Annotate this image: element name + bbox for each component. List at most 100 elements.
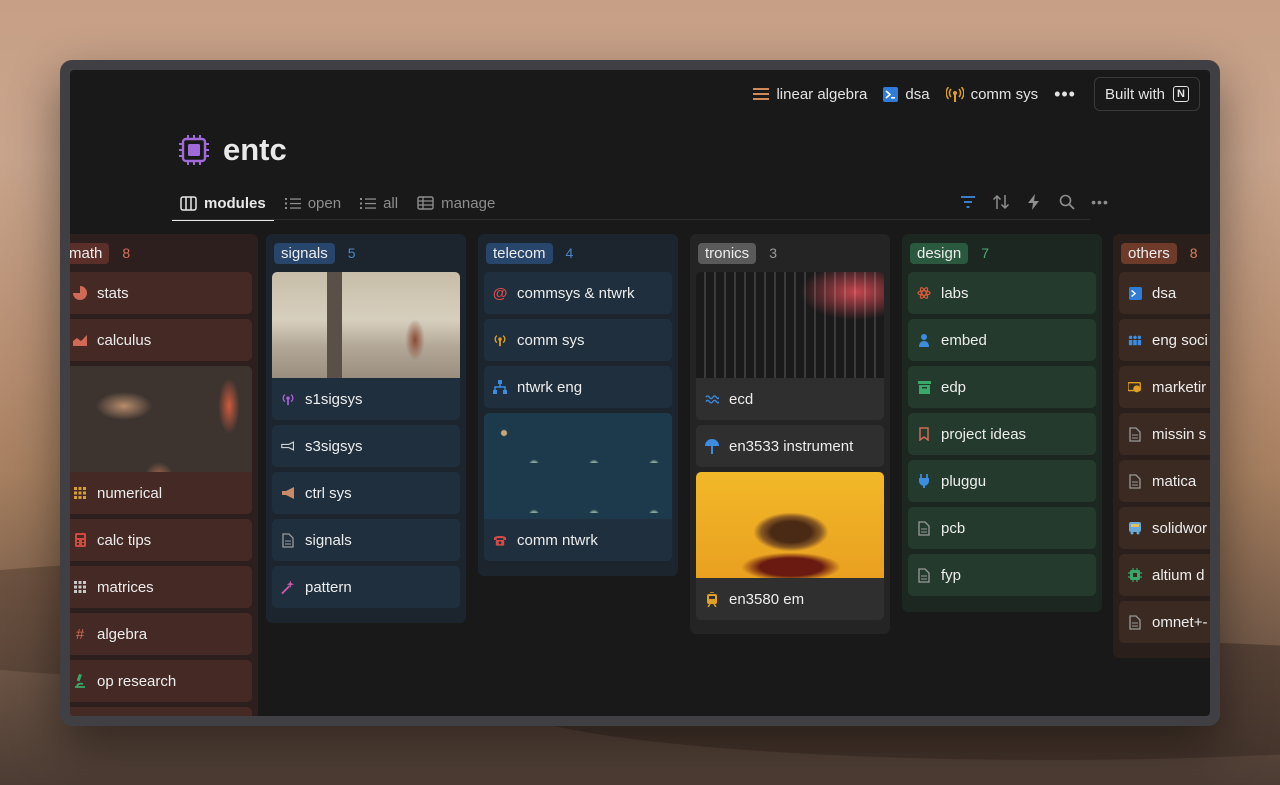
hash-icon: # <box>75 625 85 643</box>
app-window: linear algebra dsa comm sys ••• Built wi… <box>60 60 1220 726</box>
search-icon[interactable] <box>1057 192 1077 212</box>
megaphone-icon <box>281 486 295 500</box>
card-omnet[interactable]: omnet+- <box>1119 601 1210 643</box>
nav-link-linear-algebra[interactable]: linear algebra <box>753 86 867 103</box>
card-en3533-instrument[interactable]: en3533 instrument <box>696 425 884 467</box>
more-icon[interactable]: ••• <box>1054 85 1076 103</box>
card-pluggu[interactable]: pluggu <box>908 460 1096 502</box>
tab-open[interactable]: open <box>284 187 341 219</box>
card-op-research[interactable]: op research <box>70 660 252 702</box>
notion-logo-icon: N <box>1173 86 1189 102</box>
card-commsys-ntwrk[interactable]: @ commsys & ntwrk <box>484 272 672 314</box>
document-icon <box>1128 473 1142 489</box>
atom-icon <box>917 286 931 300</box>
card-dsa[interactable]: dsa <box>1119 272 1210 314</box>
automation-bolt-icon[interactable] <box>1024 192 1044 212</box>
card-stats[interactable]: stats <box>70 272 252 314</box>
document-icon <box>917 520 931 536</box>
card-missin[interactable]: missin s <box>1119 413 1210 455</box>
card-signals[interactable]: signals <box>272 519 460 561</box>
archway-painting-image <box>272 272 460 378</box>
board-column-telecom: telecom 4 @ commsys & ntwrk comm sys ntw… <box>478 234 678 576</box>
people-icon <box>1128 333 1142 347</box>
card-en3580-em[interactable]: en3580 em <box>696 578 884 620</box>
tab-all[interactable]: all <box>360 187 398 219</box>
card-cover-image[interactable]: en3580 em <box>696 472 884 620</box>
kanban-board: math 8 stats calculus numerical calc tip… <box>70 234 1210 716</box>
more-options-icon[interactable]: ••• <box>1090 192 1110 212</box>
card-cover-image[interactable]: s1sigsys <box>272 272 460 420</box>
board-icon <box>180 195 197 211</box>
card-calc-tips[interactable]: calc tips <box>70 519 252 561</box>
column-tag: telecom <box>486 242 553 264</box>
card-embed[interactable]: embed <box>908 319 1096 361</box>
column-count: 8 <box>122 245 131 261</box>
top-nav: linear algebra dsa comm sys ••• Built wi… <box>753 77 1200 111</box>
card-solidworks[interactable]: solidwor <box>1119 507 1210 549</box>
card-calculus[interactable]: calculus <box>70 319 252 361</box>
card-matrices[interactable]: matrices <box>70 566 252 608</box>
bird-pattern-image <box>484 413 672 519</box>
card-ntwrk-eng[interactable]: ntwrk eng <box>484 366 672 408</box>
sparkle-wand-icon <box>281 580 295 594</box>
money-icon <box>1128 380 1142 394</box>
card-comm-ntwrk[interactable]: comm ntwrk <box>484 519 672 561</box>
tab-modules[interactable]: modules <box>172 187 274 221</box>
bus-icon <box>1128 521 1142 535</box>
card-cover-image[interactable]: comm ntwrk <box>484 413 672 561</box>
card-matica[interactable]: matica <box>1119 460 1210 502</box>
card-altium[interactable]: altium d <box>1119 554 1210 596</box>
card-s1sigsys[interactable]: s1sigsys <box>272 378 460 420</box>
bird-illustration-image <box>70 366 252 472</box>
nav-link-comm-sys[interactable]: comm sys <box>945 86 1038 103</box>
nav-link-dsa[interactable]: dsa <box>883 86 930 103</box>
list-icon <box>360 197 377 209</box>
card-pattern[interactable]: pattern <box>272 566 460 608</box>
person-icon <box>917 333 931 347</box>
antenna-icon <box>945 86 964 102</box>
card-numerical[interactable]: numerical <box>70 472 252 514</box>
column-count: 8 <box>1189 245 1198 261</box>
calculator-icon <box>73 533 87 547</box>
page-title-text: entc <box>223 132 287 167</box>
built-with-notion-button[interactable]: Built with N <box>1093 77 1200 111</box>
view-toolbar: ••• <box>958 192 1110 212</box>
bookmark-icon <box>917 427 931 441</box>
card-s3sigsys[interactable]: s3sigsys <box>272 425 460 467</box>
card-eng-soci[interactable]: eng soci <box>1119 319 1210 361</box>
column-tag: math <box>70 242 110 264</box>
microscope-icon <box>73 674 87 688</box>
card-ctrl-sys[interactable]: ctrl sys <box>272 472 460 514</box>
document-icon <box>281 532 295 548</box>
tram-icon <box>705 591 719 607</box>
column-tag: others <box>1121 242 1177 264</box>
card-project-ideas[interactable]: project ideas <box>908 413 1096 455</box>
plug-icon <box>917 474 931 488</box>
card-labs[interactable]: labs <box>908 272 1096 314</box>
card-algebra[interactable]: # algebra <box>70 613 252 655</box>
network-icon <box>493 380 507 394</box>
card-pcb[interactable]: pcb <box>908 507 1096 549</box>
card-comm-sys[interactable]: comm sys <box>484 319 672 361</box>
document-icon <box>1128 614 1142 630</box>
at-sign-icon: @ <box>492 284 508 302</box>
archive-box-icon <box>917 380 931 394</box>
motor-coil-image <box>696 472 884 578</box>
board-column-others: others 8 dsa eng soci marketir missin s … <box>1113 234 1210 658</box>
sort-icon[interactable] <box>991 192 1011 212</box>
mixer-console-image <box>696 272 884 378</box>
horn-icon <box>281 439 295 453</box>
card-marketing[interactable]: marketir <box>1119 366 1210 408</box>
card-partial <box>70 707 252 716</box>
tab-manage[interactable]: manage <box>417 187 495 219</box>
column-count: 5 <box>347 245 356 261</box>
table-icon <box>417 196 434 210</box>
card-fyp[interactable]: fyp <box>908 554 1096 596</box>
filter-icon[interactable] <box>958 192 978 212</box>
card-cover-image[interactable]: numerical <box>70 366 252 514</box>
card-edp[interactable]: edp <box>908 366 1096 408</box>
card-cover-image[interactable]: ecd <box>696 272 884 420</box>
board-column-design: design 7 labs embed edp project ideas pl… <box>902 234 1102 612</box>
tab-divider <box>172 219 1090 220</box>
card-ecd[interactable]: ecd <box>696 378 884 420</box>
